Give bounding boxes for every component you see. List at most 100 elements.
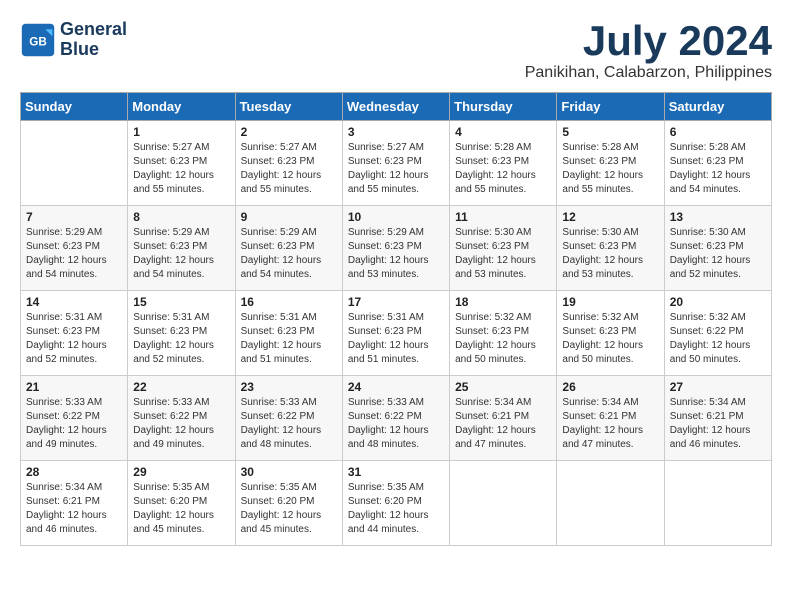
calendar-cell: 3 Sunrise: 5:27 AMSunset: 6:23 PMDaylight… bbox=[342, 121, 449, 206]
day-number: 27 bbox=[670, 380, 766, 394]
calendar-cell: 8Sunrise: 5:29 AMSunset: 6:23 PMDaylight… bbox=[128, 206, 235, 291]
day-info: Sunrise: 5:31 AMSunset: 6:23 PMDaylight:… bbox=[348, 311, 444, 367]
day-number: 28 bbox=[26, 465, 122, 479]
calendar-cell: 20 Sunrise: 5:32 AMSunset: 6:22 PMDayligh… bbox=[664, 291, 771, 376]
day-number: 19 bbox=[562, 295, 658, 309]
day-number: 2 bbox=[241, 125, 337, 139]
calendar-cell: 2 Sunrise: 5:27 AMSunset: 6:23 PMDaylight… bbox=[235, 121, 342, 206]
day-number: 20 bbox=[670, 295, 766, 309]
calendar-cell: 31 Sunrise: 5:35 AMSunset: 6:20 PMDayligh… bbox=[342, 461, 449, 546]
day-number: 3 bbox=[348, 125, 444, 139]
day-info: Sunrise: 5:32 AMSunset: 6:23 PMDaylight:… bbox=[455, 311, 551, 367]
calendar-cell: 26 Sunrise: 5:34 AMSunset: 6:21 PMDayligh… bbox=[557, 376, 664, 461]
day-number: 29 bbox=[133, 465, 229, 479]
day-number: 6 bbox=[670, 125, 766, 139]
calendar-cell bbox=[664, 461, 771, 546]
day-number: 4 bbox=[455, 125, 551, 139]
calendar-cell: 14 Sunrise: 5:31 AMSunset: 6:23 PMDayligh… bbox=[21, 291, 128, 376]
day-number: 23 bbox=[241, 380, 337, 394]
weekday-header: Sunday bbox=[21, 93, 128, 121]
day-info: Sunrise: 5:31 AMSunset: 6:23 PMDaylight:… bbox=[26, 311, 122, 367]
calendar-cell: 18 Sunrise: 5:32 AMSunset: 6:23 PMDayligh… bbox=[450, 291, 557, 376]
day-info: Sunrise: 5:35 AMSunset: 6:20 PMDaylight:… bbox=[348, 481, 444, 537]
calendar-cell: 4 Sunrise: 5:28 AMSunset: 6:23 PMDaylight… bbox=[450, 121, 557, 206]
day-info: Sunrise: 5:27 AMSunset: 6:23 PMDaylight:… bbox=[348, 141, 444, 197]
calendar-table: SundayMondayTuesdayWednesdayThursdayFrid… bbox=[20, 92, 772, 546]
day-info: Sunrise: 5:33 AMSunset: 6:22 PMDaylight:… bbox=[348, 396, 444, 452]
day-number: 18 bbox=[455, 295, 551, 309]
calendar-cell: 28Sunrise: 5:34 AMSunset: 6:21 PMDayligh… bbox=[21, 461, 128, 546]
calendar-cell: 10 Sunrise: 5:29 AMSunset: 6:23 PMDayligh… bbox=[342, 206, 449, 291]
title-block: July 2024 Panikihan, Calabarzon, Philipp… bbox=[525, 20, 772, 82]
day-info: Sunrise: 5:35 AMSunset: 6:20 PMDaylight:… bbox=[241, 481, 337, 537]
day-number: 14 bbox=[26, 295, 122, 309]
day-info: Sunrise: 5:30 AMSunset: 6:23 PMDaylight:… bbox=[455, 226, 551, 282]
calendar-cell: 29 Sunrise: 5:35 AMSunset: 6:20 PMDayligh… bbox=[128, 461, 235, 546]
weekday-header: Friday bbox=[557, 93, 664, 121]
day-info: Sunrise: 5:27 AMSunset: 6:23 PMDaylight:… bbox=[241, 141, 337, 197]
weekday-header: Thursday bbox=[450, 93, 557, 121]
weekday-header: Tuesday bbox=[235, 93, 342, 121]
calendar-cell: 7 Sunrise: 5:29 AMSunset: 6:23 PMDaylight… bbox=[21, 206, 128, 291]
calendar-week-row: 1 Sunrise: 5:27 AMSunset: 6:23 PMDaylight… bbox=[21, 121, 772, 206]
day-number: 24 bbox=[348, 380, 444, 394]
calendar-cell: 13 Sunrise: 5:30 AMSunset: 6:23 PMDayligh… bbox=[664, 206, 771, 291]
day-info: Sunrise: 5:33 AMSunset: 6:22 PMDaylight:… bbox=[26, 396, 122, 452]
day-number: 22 bbox=[133, 380, 229, 394]
calendar-cell: 23 Sunrise: 5:33 AMSunset: 6:22 PMDayligh… bbox=[235, 376, 342, 461]
day-info: Sunrise: 5:31 AMSunset: 6:23 PMDaylight:… bbox=[133, 311, 229, 367]
day-info: Sunrise: 5:28 AMSunset: 6:23 PMDaylight:… bbox=[562, 141, 658, 197]
calendar-cell: 6Sunrise: 5:28 AMSunset: 6:23 PMDaylight… bbox=[664, 121, 771, 206]
calendar-cell: 17 Sunrise: 5:31 AMSunset: 6:23 PMDayligh… bbox=[342, 291, 449, 376]
month-year-title: July 2024 bbox=[525, 20, 772, 62]
day-number: 5 bbox=[562, 125, 658, 139]
day-number: 31 bbox=[348, 465, 444, 479]
day-info: Sunrise: 5:28 AMSunset: 6:23 PMDaylight:… bbox=[455, 141, 551, 197]
day-info: Sunrise: 5:29 AMSunset: 6:23 PMDaylight:… bbox=[133, 226, 229, 282]
day-number: 17 bbox=[348, 295, 444, 309]
day-number: 30 bbox=[241, 465, 337, 479]
day-number: 25 bbox=[455, 380, 551, 394]
day-info: Sunrise: 5:30 AMSunset: 6:23 PMDaylight:… bbox=[670, 226, 766, 282]
calendar-cell: 9Sunrise: 5:29 AMSunset: 6:23 PMDaylight… bbox=[235, 206, 342, 291]
day-info: Sunrise: 5:34 AMSunset: 6:21 PMDaylight:… bbox=[455, 396, 551, 452]
day-info: Sunrise: 5:34 AMSunset: 6:21 PMDaylight:… bbox=[562, 396, 658, 452]
day-info: Sunrise: 5:29 AMSunset: 6:23 PMDaylight:… bbox=[26, 226, 122, 282]
day-info: Sunrise: 5:32 AMSunset: 6:22 PMDaylight:… bbox=[670, 311, 766, 367]
day-number: 26 bbox=[562, 380, 658, 394]
weekday-header: Saturday bbox=[664, 93, 771, 121]
page-header: GB General Blue July 2024 Panikihan, Cal… bbox=[20, 20, 772, 82]
day-number: 7 bbox=[26, 210, 122, 224]
calendar-body: 1 Sunrise: 5:27 AMSunset: 6:23 PMDaylight… bbox=[21, 121, 772, 546]
svg-text:GB: GB bbox=[29, 35, 47, 48]
calendar-cell bbox=[21, 121, 128, 206]
location-subtitle: Panikihan, Calabarzon, Philippines bbox=[525, 64, 772, 82]
weekday-header: Wednesday bbox=[342, 93, 449, 121]
day-info: Sunrise: 5:30 AMSunset: 6:23 PMDaylight:… bbox=[562, 226, 658, 282]
logo-text: General Blue bbox=[60, 20, 127, 60]
day-number: 10 bbox=[348, 210, 444, 224]
calendar-cell: 21 Sunrise: 5:33 AMSunset: 6:22 PMDayligh… bbox=[21, 376, 128, 461]
calendar-cell bbox=[557, 461, 664, 546]
calendar-cell: 24 Sunrise: 5:33 AMSunset: 6:22 PMDayligh… bbox=[342, 376, 449, 461]
calendar-cell: 1Sunrise: 5:27 AMSunset: 6:23 PMDaylight… bbox=[128, 121, 235, 206]
calendar-header-row: SundayMondayTuesdayWednesdayThursdayFrid… bbox=[21, 93, 772, 121]
day-info: Sunrise: 5:34 AMSunset: 6:21 PMDaylight:… bbox=[670, 396, 766, 452]
calendar-cell: 15Sunrise: 5:31 AMSunset: 6:23 PMDayligh… bbox=[128, 291, 235, 376]
day-number: 13 bbox=[670, 210, 766, 224]
calendar-cell bbox=[450, 461, 557, 546]
calendar-cell: 30 Sunrise: 5:35 AMSunset: 6:20 PMDayligh… bbox=[235, 461, 342, 546]
logo-icon: GB bbox=[20, 22, 56, 58]
day-info: Sunrise: 5:35 AMSunset: 6:20 PMDaylight:… bbox=[133, 481, 229, 537]
calendar-cell: 5 Sunrise: 5:28 AMSunset: 6:23 PMDaylight… bbox=[557, 121, 664, 206]
day-info: Sunrise: 5:31 AMSunset: 6:23 PMDaylight:… bbox=[241, 311, 337, 367]
calendar-week-row: 7 Sunrise: 5:29 AMSunset: 6:23 PMDaylight… bbox=[21, 206, 772, 291]
day-number: 21 bbox=[26, 380, 122, 394]
day-number: 11 bbox=[455, 210, 551, 224]
day-number: 9 bbox=[241, 210, 337, 224]
calendar-week-row: 14 Sunrise: 5:31 AMSunset: 6:23 PMDayligh… bbox=[21, 291, 772, 376]
calendar-cell: 11 Sunrise: 5:30 AMSunset: 6:23 PMDayligh… bbox=[450, 206, 557, 291]
day-info: Sunrise: 5:33 AMSunset: 6:22 PMDaylight:… bbox=[241, 396, 337, 452]
day-info: Sunrise: 5:29 AMSunset: 6:23 PMDaylight:… bbox=[348, 226, 444, 282]
day-number: 1 bbox=[133, 125, 229, 139]
